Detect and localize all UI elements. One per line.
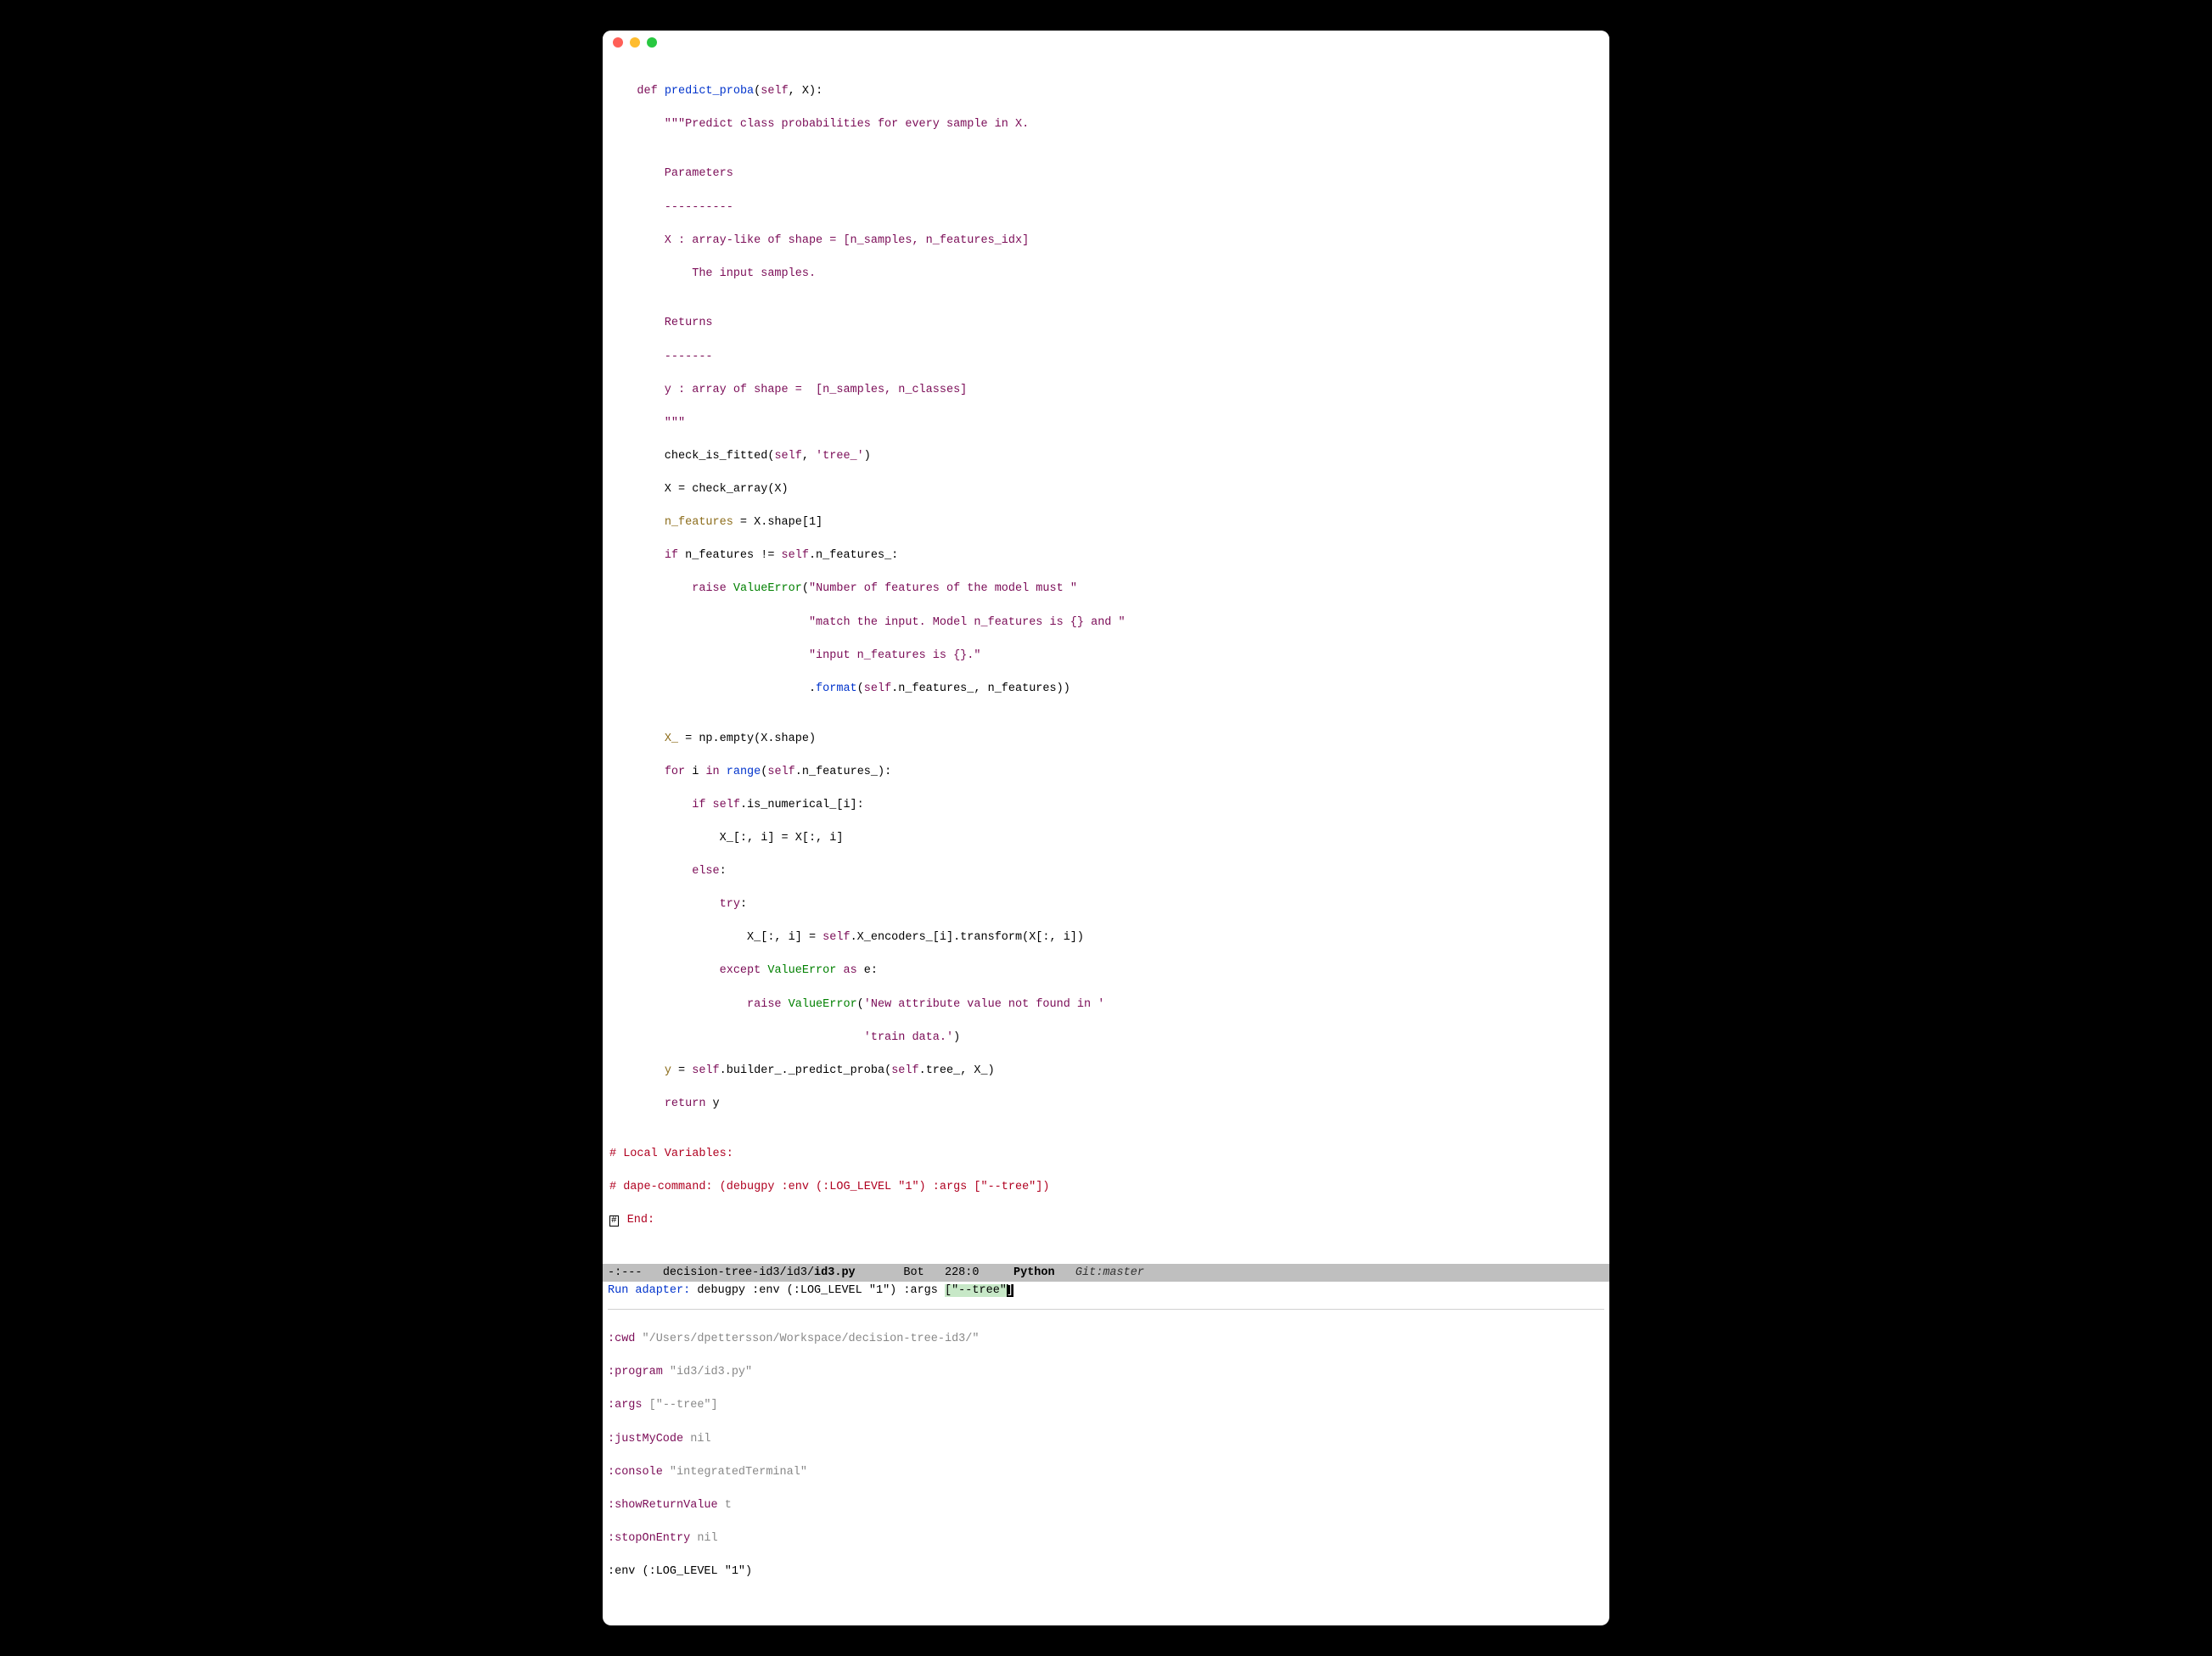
code-line: X : array-like of shape = [n_samples, n_… [603,233,1609,250]
config-row: :showReturnValue t [608,1497,1604,1514]
config-row: :stopOnEntry nil [608,1530,1604,1547]
code-line: X_[:, i] = self.X_encoders_[i].transform… [603,929,1609,946]
config-key: :justMyCode [608,1433,683,1445]
code-line: ------- [603,349,1609,366]
config-value: nil [683,1433,710,1445]
minibuffer-highlight: ["--tree" [945,1284,1007,1297]
code-line: X_ = np.empty(X.shape) [603,731,1609,748]
config-key: :program [608,1366,663,1378]
code-line: except ValueError as e: [603,963,1609,980]
code-line-comment: # Local Variables: [603,1146,1609,1163]
mode-line: -:--- decision-tree-id3/id3/id3.py Bot 2… [603,1264,1609,1283]
config-value: "/Users/dpettersson/Workspace/decision-t… [635,1333,979,1345]
code-line: try: [603,896,1609,913]
code-line: "match the input. Model n_features is {}… [603,615,1609,632]
config-row: :program "id3/id3.py" [608,1364,1604,1381]
code-line: if n_features != self.n_features_: [603,547,1609,564]
code-line: Parameters [603,166,1609,182]
config-row: :justMyCode nil [608,1431,1604,1448]
config-key: :cwd [608,1333,635,1345]
divider [608,1309,1604,1310]
code-line: The input samples. [603,266,1609,283]
code-line: else: [603,863,1609,880]
code-line: .format(self.n_features_, n_features)) [603,681,1609,698]
config-value: "id3/id3.py" [663,1366,752,1378]
minibuffer[interactable]: Run adapter: debugpy :env (:LOG_LEVEL "1… [603,1282,1609,1300]
modeline-path: decision-tree-id3/id3/ [663,1266,814,1279]
code-line-comment: # dape-command: (debugpy :env (:LOG_LEVE… [603,1179,1609,1196]
cursor: ] [1007,1284,1013,1297]
code-line: return y [603,1096,1609,1113]
code-line: X_[:, i] = X[:, i] [603,830,1609,847]
config-key: :console [608,1466,663,1479]
config-value: "integratedTerminal" [663,1466,807,1479]
config-value: nil [690,1532,717,1545]
code-line-comment: # End: [603,1212,1609,1229]
code-line: """Predict class probabilities for every… [603,116,1609,133]
code-line: raise ValueError("Number of features of … [603,581,1609,598]
code-line: X = check_array(X) [603,481,1609,498]
config-panel: :cwd "/Users/dpettersson/Workspace/decis… [603,1313,1609,1625]
config-key: :args [608,1399,643,1412]
config-row: :args ["--tree"] [608,1397,1604,1414]
config-value: t [718,1499,732,1512]
modeline-major-mode: Python [1013,1266,1055,1279]
code-line: ---------- [603,199,1609,216]
config-row: :env (:LOG_LEVEL "1") [608,1563,1604,1580]
code-line: y = self.builder_._predict_proba(self.tr… [603,1063,1609,1080]
modeline-position: Bot 228:0 [856,1266,1013,1279]
modeline-git: Git:master [1055,1266,1144,1279]
code-line: check_is_fitted(self, 'tree_') [603,448,1609,465]
zoom-icon[interactable] [647,37,657,48]
config-key: :showReturnValue [608,1499,718,1512]
close-icon[interactable] [613,37,623,48]
code-line: "input n_features is {}." [603,648,1609,665]
code-line: n_features = X.shape[1] [603,514,1609,531]
code-editor[interactable]: def predict_proba(self, X): """Predict c… [603,54,1609,1264]
minimize-icon[interactable] [630,37,640,48]
fold-mark-icon: # [609,1215,619,1227]
config-key: :stopOnEntry [608,1532,690,1545]
code-line: """ [603,415,1609,432]
titlebar [603,31,1609,54]
code-line: 'train data.') [603,1030,1609,1047]
config-value: ["--tree"] [643,1399,718,1412]
code-line: Returns [603,315,1609,332]
emacs-window: def predict_proba(self, X): """Predict c… [603,31,1609,1625]
code-line: raise ValueError('New attribute value no… [603,996,1609,1013]
code-line: if self.is_numerical_[i]: [603,797,1609,814]
config-row: :console "integratedTerminal" [608,1464,1604,1481]
code-line: def predict_proba(self, X): [603,83,1609,100]
config-row: :cwd "/Users/dpettersson/Workspace/decis… [608,1331,1604,1348]
minibuffer-prompt: Run adapter: [608,1284,697,1297]
minibuffer-text: debugpy :env (:LOG_LEVEL "1") :args [697,1284,945,1297]
code-line: for i in range(self.n_features_): [603,764,1609,781]
modeline-state: -:--- [608,1266,663,1279]
code-line: y : array of shape = [n_samples, n_class… [603,382,1609,399]
modeline-filename: id3.py [814,1266,856,1279]
